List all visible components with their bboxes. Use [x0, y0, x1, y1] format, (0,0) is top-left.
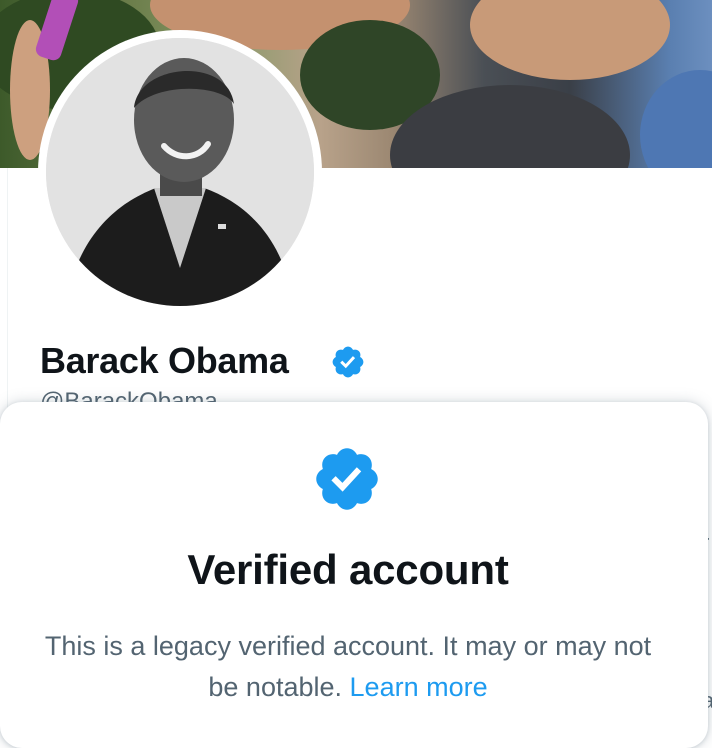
verified-badge-icon [316, 448, 378, 510]
avatar-photo [46, 38, 314, 306]
verified-card-description: This is a legacy verified account. It ma… [30, 626, 666, 708]
avatar[interactable] [46, 38, 314, 306]
profile-display-name: Barack Obama [40, 340, 289, 381]
verified-card-description-text: This is a legacy verified account. It ma… [44, 631, 652, 702]
learn-more-link[interactable]: Learn more [350, 672, 488, 702]
verified-card-title: Verified account [187, 546, 509, 593]
verified-badge-icon[interactable] [330, 344, 366, 380]
